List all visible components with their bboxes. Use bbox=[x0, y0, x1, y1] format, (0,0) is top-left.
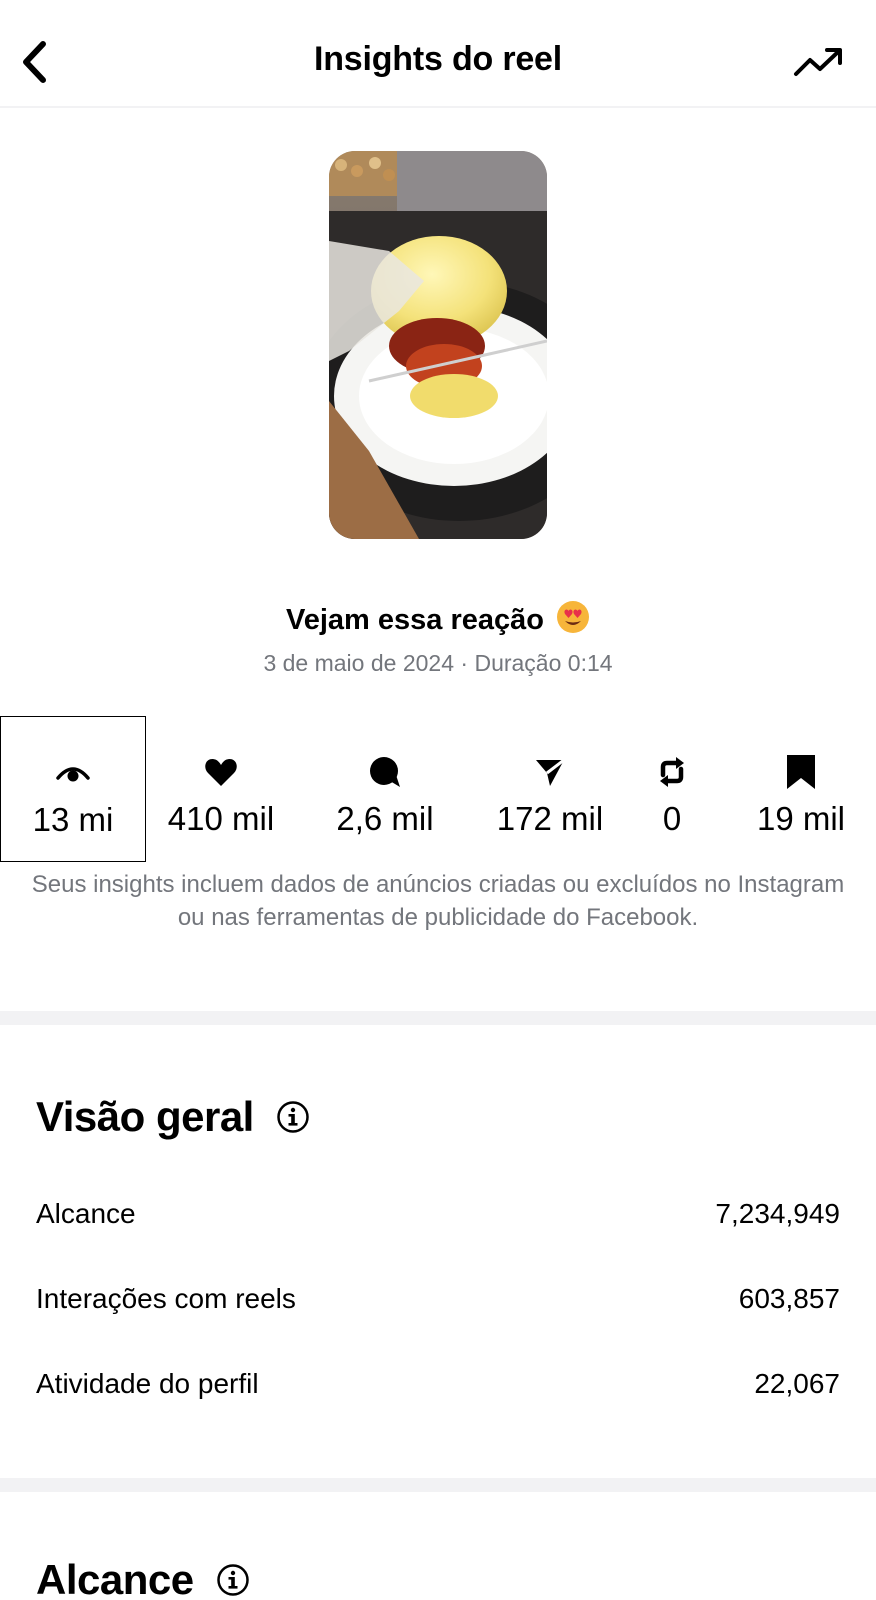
repost-icon bbox=[660, 757, 684, 787]
stat-saves-value: 19 mil bbox=[756, 800, 846, 837]
meta-separator: · bbox=[454, 650, 475, 676]
heart-eyes-emoji-icon bbox=[556, 600, 590, 642]
metric-label: Atividade do perfil bbox=[36, 1368, 259, 1399]
overview-title: Visão geral bbox=[36, 1093, 310, 1141]
reach-title: Alcance bbox=[36, 1556, 250, 1600]
section-divider bbox=[0, 1478, 876, 1492]
stat-views[interactable]: 13 mi bbox=[0, 716, 146, 862]
stat-reposts[interactable]: 0 bbox=[644, 716, 700, 862]
metric-value: 7,234,949 bbox=[715, 1198, 840, 1229]
metric-row-reel-interactions[interactable]: Interações com reels 603,857 bbox=[36, 1279, 840, 1319]
metric-row-reach[interactable]: Alcance 7,234,949 bbox=[36, 1194, 840, 1234]
reel-date: 3 de maio de 2024 bbox=[263, 650, 454, 676]
top-nav-bar: Insights do reel bbox=[0, 0, 876, 108]
heart-icon bbox=[205, 759, 237, 786]
stat-likes-value: 410 mil bbox=[167, 800, 275, 837]
stat-shares-value: 172 mil bbox=[496, 800, 604, 837]
metric-value: 603,857 bbox=[738, 1283, 840, 1314]
stat-reposts-value: 0 bbox=[662, 800, 682, 837]
trend-button[interactable] bbox=[792, 40, 846, 84]
reel-duration: Duração 0:14 bbox=[474, 650, 613, 676]
page-title: Insights do reel bbox=[313, 40, 563, 78]
stat-likes[interactable]: 410 mil bbox=[158, 716, 284, 862]
send-icon bbox=[536, 758, 565, 786]
overview-title-text: Visão geral bbox=[36, 1093, 254, 1140]
reel-thumbnail[interactable] bbox=[329, 151, 547, 539]
stat-saves[interactable]: 19 mil bbox=[740, 716, 862, 862]
bookmark-icon bbox=[787, 755, 815, 789]
stat-views-value: 13 mi bbox=[32, 801, 114, 838]
reel-caption: Vejam essa reação bbox=[0, 600, 876, 642]
info-icon[interactable] bbox=[216, 1563, 250, 1597]
stat-comments[interactable]: 2,6 mil bbox=[322, 716, 448, 862]
reach-title-text: Alcance bbox=[36, 1556, 194, 1600]
metric-row-profile-activity[interactable]: Atividade do perfil 22,067 bbox=[36, 1364, 840, 1404]
metric-value: 22,067 bbox=[754, 1368, 840, 1399]
section-divider bbox=[0, 1011, 876, 1025]
info-icon[interactable] bbox=[276, 1100, 310, 1134]
trend-up-icon bbox=[794, 48, 842, 76]
metric-label: Interações com reels bbox=[36, 1283, 296, 1314]
stats-row: 13 mi 410 mil 2,6 mil 172 mil 0 19 mil bbox=[0, 716, 876, 862]
reel-meta: 3 de maio de 2024 · Duração 0:14 bbox=[0, 650, 876, 677]
caption-text: Vejam essa reação bbox=[285, 604, 544, 636]
insights-disclaimer: Seus insights incluem dados de anúncios … bbox=[31, 871, 845, 931]
eye-icon bbox=[56, 767, 90, 782]
stat-shares[interactable]: 172 mil bbox=[480, 716, 620, 862]
comment-icon bbox=[370, 757, 400, 787]
stat-comments-value: 2,6 mil bbox=[336, 800, 434, 837]
metric-label: Alcance bbox=[36, 1198, 136, 1229]
